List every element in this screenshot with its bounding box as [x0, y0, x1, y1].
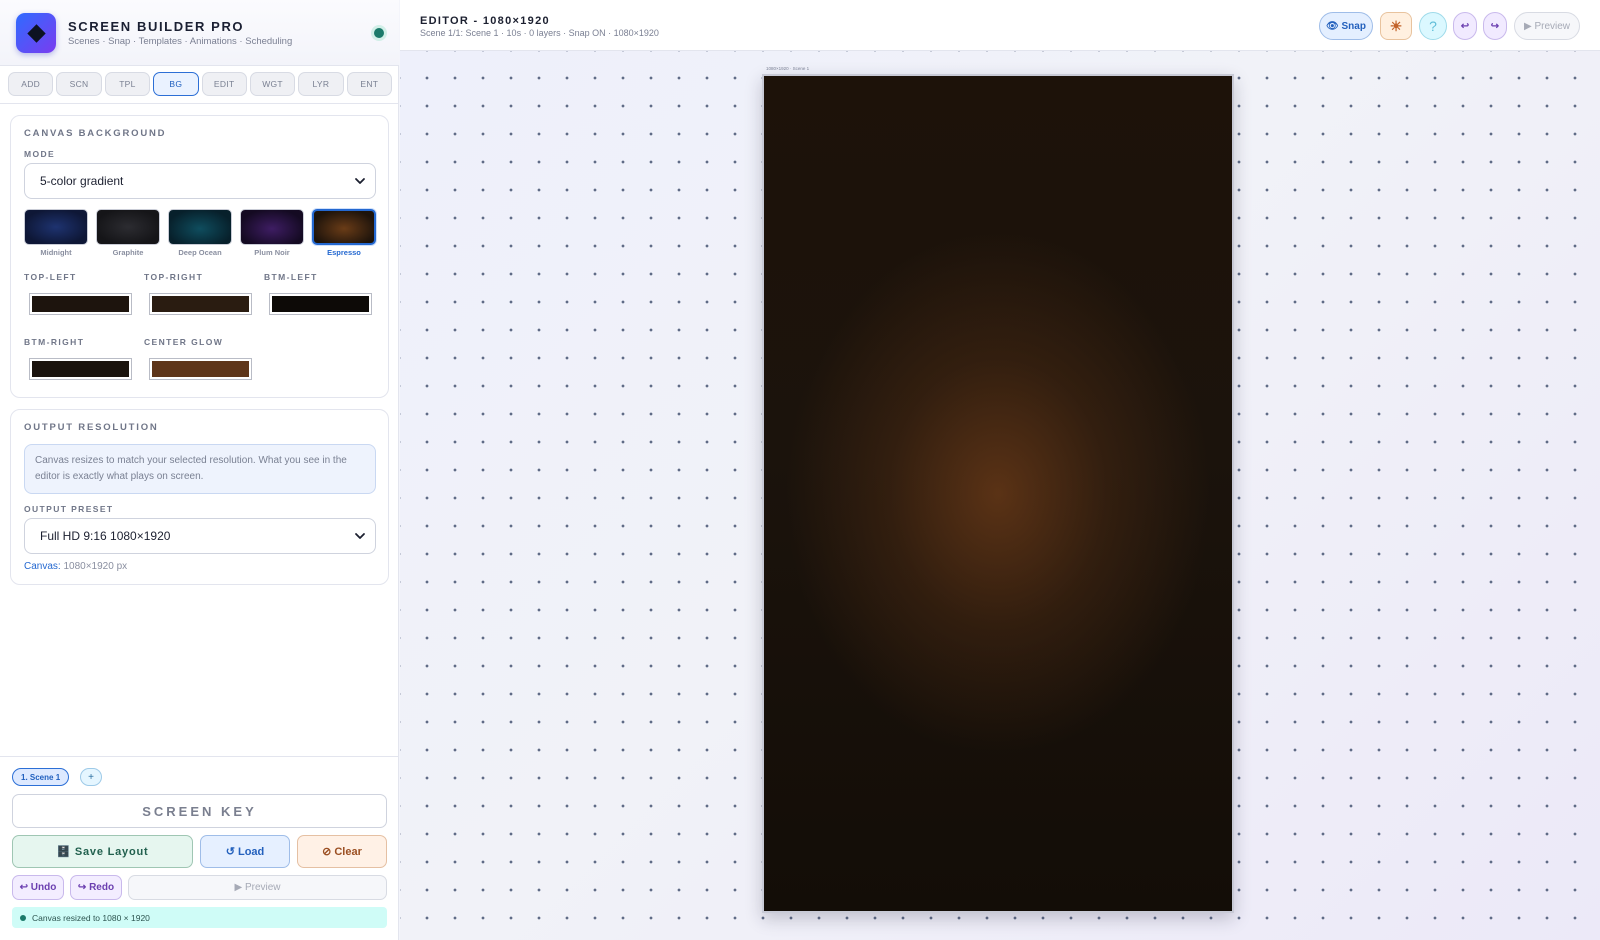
tabs-divider	[0, 103, 399, 104]
top-right-label: TOP-RIGHT	[144, 272, 204, 282]
app-subtitle: Scenes · Snap · Templates · Animations ·…	[68, 36, 293, 47]
output-resolution-card: OUTPUT RESOLUTION Canvas resizes to matc…	[10, 409, 389, 585]
editor-title: EDITOR - 1080×1920	[420, 15, 550, 27]
sidebar: SCREEN BUILDER PRO Scenes · Snap · Templ…	[0, 0, 399, 940]
tab-wgt[interactable]: WGT	[249, 72, 296, 96]
preset-plum-noir[interactable]: Plum Noir	[240, 209, 304, 257]
gradient-presets: Midnight Graphite Deep Ocean Plum Noir E…	[24, 209, 376, 259]
tab-edit[interactable]: EDIT	[201, 72, 247, 96]
preset-swatch	[168, 209, 232, 245]
canvas-size-readout: Canvas: 1080×1920 px	[24, 561, 127, 572]
preset-midnight[interactable]: Midnight	[24, 209, 88, 257]
editor-topbar: EDITOR - 1080×1920 Scene 1/1: Scene 1 · …	[400, 0, 1600, 51]
toolbar-preview-button[interactable]: ▶ Preview	[1514, 12, 1580, 40]
preset-deep-ocean[interactable]: Deep Ocean	[168, 209, 232, 257]
toolbar-undo-button[interactable]: ↩	[1453, 12, 1477, 40]
redo-button[interactable]: ↪ Redo	[70, 875, 122, 900]
editor-subtitle: Scene 1/1: Scene 1 · 10s · 0 layers · Sn…	[420, 28, 659, 38]
mode-select-value: 5-color gradient	[40, 174, 124, 188]
btm-right-label: BTM-RIGHT	[24, 337, 85, 347]
theme-sun-icon[interactable]: ☀	[1380, 12, 1412, 40]
btm-left-color-picker[interactable]	[269, 293, 372, 315]
add-scene-button[interactable]: +	[80, 768, 102, 786]
preset-name: Deep Ocean	[178, 248, 222, 257]
help-icon[interactable]: ?	[1419, 12, 1447, 40]
tab-tpl[interactable]: TPL	[104, 72, 151, 96]
canvas-size-key: Canvas:	[24, 561, 61, 572]
canvas-tag: 1080×1920 · Scene 1	[766, 66, 810, 71]
btm-left-label: BTM-LEFT	[264, 272, 318, 282]
screen-key-field[interactable]: SCREEN KEY	[12, 794, 387, 828]
app-logo-icon	[16, 13, 56, 53]
canvas-size-value: 1080×1920 px	[63, 561, 128, 572]
canvas-background-title: CANVAS BACKGROUND	[24, 128, 167, 139]
output-preset-select[interactable]: Full HD 9:16 1080×1920	[24, 518, 376, 554]
preset-swatch	[312, 209, 376, 245]
top-left-color-picker[interactable]	[29, 293, 132, 315]
preset-swatch	[96, 209, 160, 245]
tab-add[interactable]: ADD	[8, 72, 54, 96]
chevron-down-icon	[355, 178, 365, 184]
screen-canvas[interactable]	[762, 74, 1234, 913]
tab-ent[interactable]: ENT	[346, 72, 392, 96]
clear-button[interactable]: ⊘ Clear	[297, 835, 387, 868]
tab-scn[interactable]: SCN	[56, 72, 102, 96]
preset-graphite[interactable]: Graphite	[96, 209, 160, 257]
chevron-down-icon	[355, 533, 365, 539]
preset-swatch	[24, 209, 88, 245]
mode-select[interactable]: 5-color gradient	[24, 163, 376, 199]
tab-bg[interactable]: BG	[153, 72, 199, 96]
editor-workspace[interactable]: 1080×1920 · Scene 1	[400, 51, 1600, 940]
canvas-background-card: CANVAS BACKGROUND MODE 5-color gradient …	[10, 115, 389, 398]
tab-lyr[interactable]: LYR	[298, 72, 344, 96]
sidebar-tabs: ADD SCN TPL BG EDIT WGT LYR ENT	[8, 72, 392, 96]
output-resolution-title: OUTPUT RESOLUTION	[24, 422, 159, 433]
brand-header: SCREEN BUILDER PRO Scenes · Snap · Templ…	[0, 0, 399, 66]
app-title: SCREEN BUILDER PRO	[68, 19, 245, 34]
center-glow-color-picker[interactable]	[149, 358, 252, 380]
preview-button[interactable]: ▶ Preview	[128, 875, 387, 900]
output-preset-value: Full HD 9:16 1080×1920	[40, 529, 171, 543]
status-dot-icon	[20, 914, 26, 921]
output-preset-label: OUTPUT PRESET	[24, 504, 114, 514]
status-message: Canvas resized to 1080 × 1920	[32, 912, 150, 923]
preset-name: Espresso	[327, 248, 361, 257]
preset-name: Graphite	[112, 248, 144, 257]
scene-chip[interactable]: 1. Scene 1	[12, 768, 70, 786]
preset-espresso[interactable]: Espresso	[312, 209, 376, 257]
top-left-label: TOP-LEFT	[24, 272, 77, 282]
btm-right-color-picker[interactable]	[29, 358, 132, 380]
snap-toggle-button[interactable]: 👁 Snap	[1319, 12, 1373, 40]
status-bar: Canvas resized to 1080 × 1920	[12, 907, 387, 928]
resolution-info-box: Canvas resizes to match your selected re…	[24, 444, 376, 494]
preset-name: Midnight	[40, 248, 72, 257]
center-glow-label: CENTER GLOW	[144, 337, 224, 347]
mode-label: MODE	[24, 149, 56, 159]
toolbar-redo-button[interactable]: ↪	[1483, 12, 1507, 40]
preset-name: Plum Noir	[254, 248, 290, 257]
top-right-color-picker[interactable]	[149, 293, 252, 315]
undo-button[interactable]: ↩ Undo	[12, 875, 64, 900]
preset-swatch	[240, 209, 304, 245]
bottom-divider	[0, 756, 399, 757]
load-button[interactable]: ↺ Load	[200, 835, 290, 868]
save-layout-button[interactable]: 🗄️ Save Layout	[12, 835, 193, 868]
connection-status-icon	[374, 28, 384, 38]
editor-main: EDITOR - 1080×1920 Scene 1/1: Scene 1 · …	[400, 0, 1600, 940]
